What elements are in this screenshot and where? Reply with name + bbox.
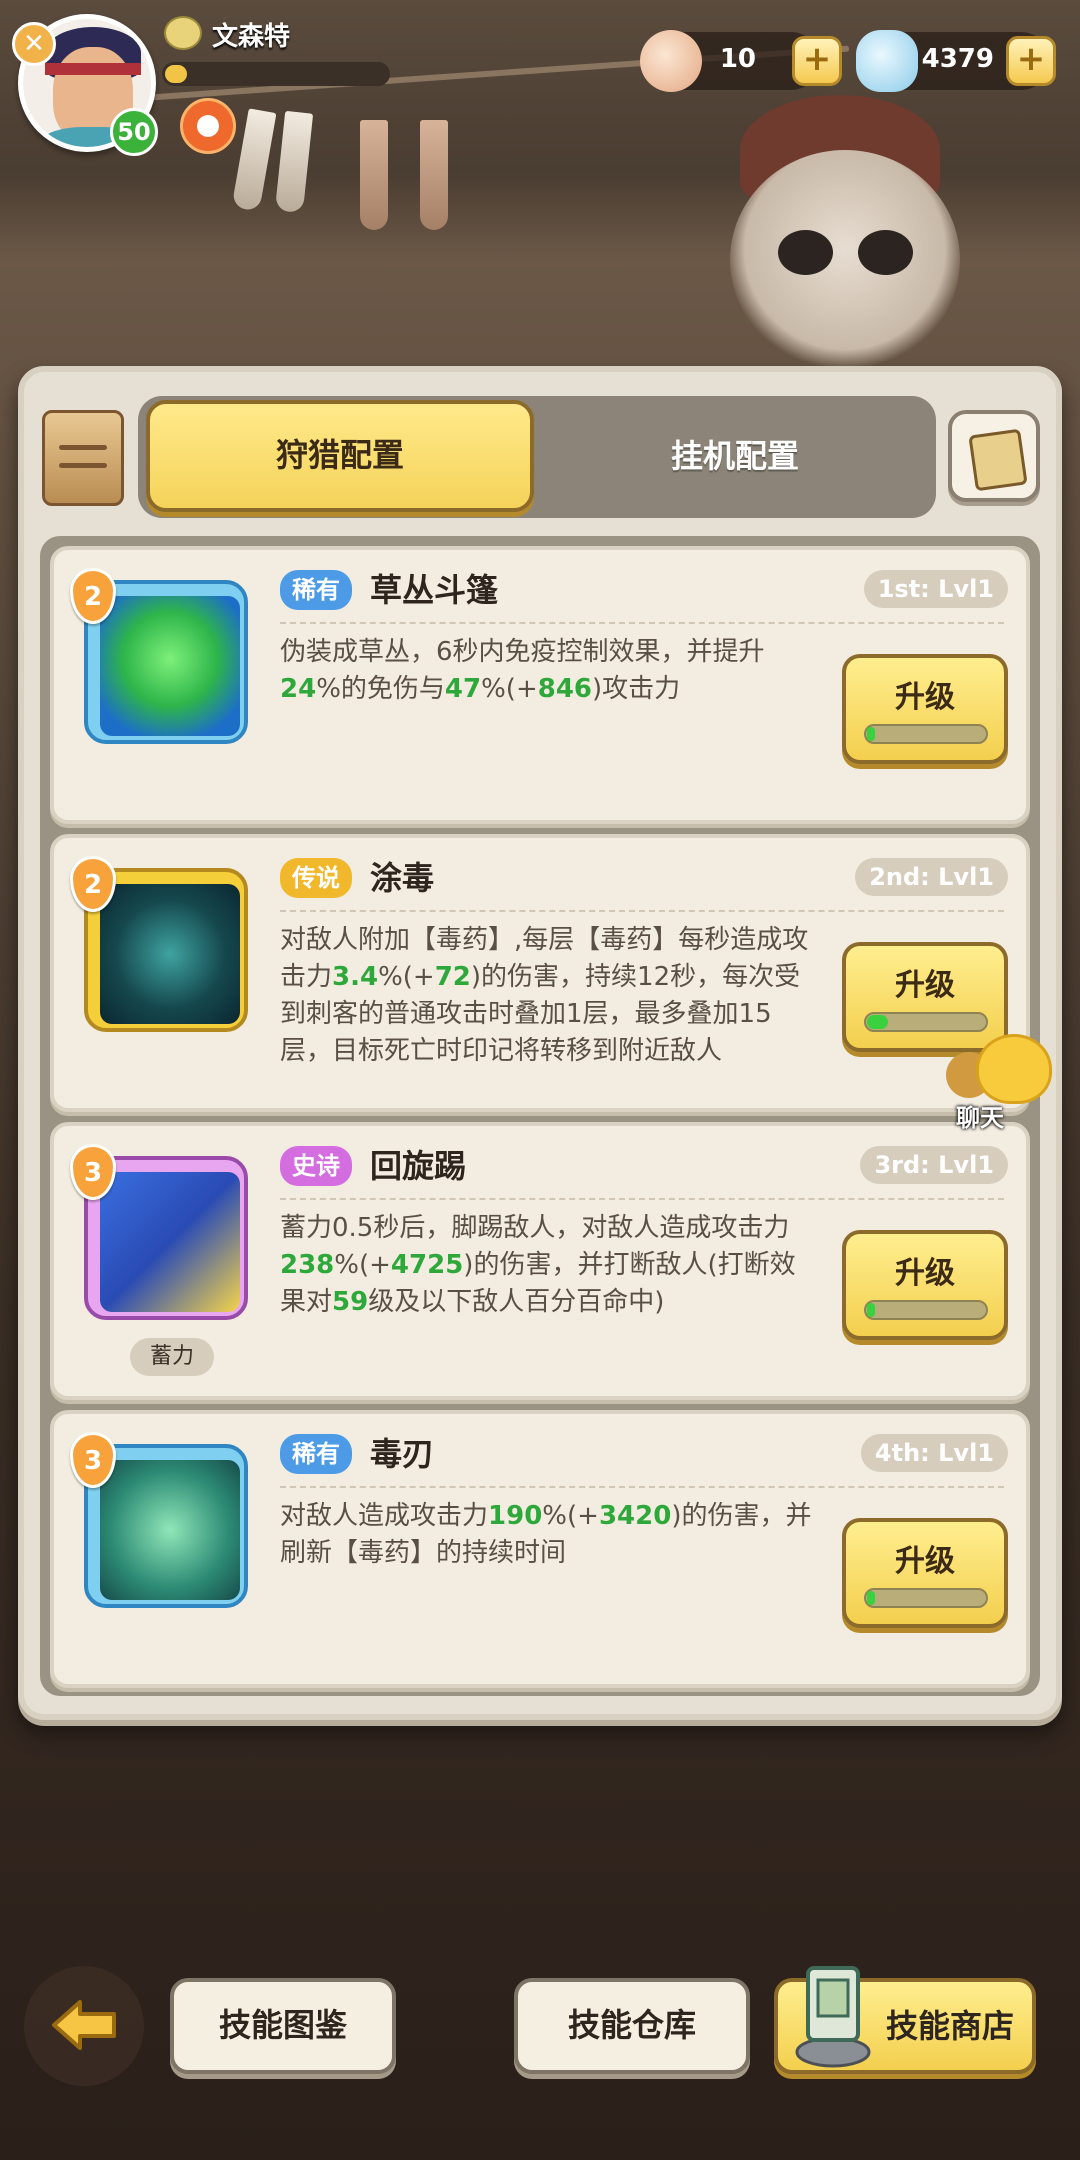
back-arrow-icon (52, 2000, 116, 2050)
upgrade-label: 升级 (895, 1256, 955, 1291)
tab-hunt-config[interactable]: 狩猎配置 (146, 400, 534, 512)
skill-slot-level: 3rd: Lvl1 (860, 1146, 1008, 1184)
xp-bar-fill (165, 65, 187, 83)
rarity-badge: 稀有 (280, 570, 352, 610)
upgrade-button[interactable]: 升级 (842, 654, 1008, 764)
rarity-badge: 传说 (280, 858, 352, 898)
bush-cloak-icon (100, 596, 240, 736)
upgrade-progress-fill (867, 727, 875, 741)
rarity-badge: 稀有 (280, 1434, 352, 1474)
upgrade-progress-bar (864, 1300, 988, 1320)
skill-slot-level: 4th: Lvl1 (860, 1434, 1008, 1472)
skill-card[interactable]: 2 稀有 草丛斗篷 1st: Lvl1 伪装成草丛，6秒内免疫控制效果，并提升24%的免… (50, 546, 1030, 824)
name-emblem-icon (164, 16, 202, 50)
gem-currency-icon (856, 30, 918, 92)
skill-slot-level: 1st: Lvl1 (863, 570, 1008, 608)
upgrade-progress-bar (864, 1588, 988, 1608)
gem-count: 4379 (921, 44, 994, 74)
guide-map-button[interactable] (948, 410, 1040, 502)
buff-status-icon[interactable] (180, 98, 236, 154)
skill-card[interactable]: 3 稀有 毒刃 4th: Lvl1 对敌人造成攻击力190%(+3420)的伤害，并刷新… (50, 1410, 1030, 1688)
chat-label: 聊天 (956, 1104, 1004, 1132)
add-gem-button[interactable]: + (1006, 36, 1056, 86)
skill-shop-label: 技能商店 (886, 2007, 1015, 2045)
scroll-icon[interactable] (42, 410, 124, 506)
chat-emoji-icon (976, 1034, 1052, 1104)
upgrade-progress-fill (867, 1015, 888, 1029)
skill-storage-button[interactable]: 技能仓库 (514, 1978, 750, 2074)
upgrade-button[interactable]: 升级 (842, 1518, 1008, 1628)
close-badge-icon[interactable]: ✕ (12, 22, 56, 66)
divider (280, 1198, 1004, 1200)
spin-kick-icon (100, 1172, 240, 1312)
upgrade-label: 升级 (895, 680, 955, 715)
poison-skull-icon (100, 1460, 240, 1600)
skill-description: 蓄力0.5秒后，脚踢敌人，对敌人造成攻击力238%(+4725)的伤害，并打断敌… (280, 1213, 796, 1317)
chat-button[interactable]: 聊天 (946, 1034, 1066, 1144)
skill-name: 毒刃 (370, 1435, 435, 1473)
skill-description: 伪装成草丛，6秒内免疫控制效果，并提升24%的免伤与47%(+846)攻击力 (280, 637, 765, 704)
upgrade-button[interactable]: 升级 (842, 1230, 1008, 1340)
skill-card[interactable]: 2 传说 涂毒 2nd: Lvl1 对敌人附加【毒药】,每层【毒药】每秒造成攻击力3.4… (50, 834, 1030, 1112)
skill-name: 涂毒 (370, 859, 435, 897)
skill-type-tag: 蓄力 (130, 1338, 214, 1376)
skill-description: 对敌人附加【毒药】,每层【毒药】每秒造成攻击力3.4%(+72)的伤害，持续12… (280, 925, 809, 1066)
poison-drop-icon (100, 884, 240, 1024)
divider (280, 622, 1004, 624)
rarity-badge: 史诗 (280, 1146, 352, 1186)
add-shell-button[interactable]: + (792, 36, 842, 86)
upgrade-progress-bar (864, 724, 988, 744)
player-name: 文森特 (212, 22, 291, 52)
upgrade-label: 升级 (895, 968, 955, 1003)
tab-idle-config[interactable]: 挂机配置 (540, 400, 930, 512)
skill-name: 草丛斗篷 (370, 571, 499, 609)
upgrade-label: 升级 (895, 1544, 955, 1579)
back-button[interactable] (24, 1966, 144, 2086)
skill-codex-button[interactable]: 技能图鉴 (170, 1978, 396, 2074)
player-level-badge: 50 (110, 108, 158, 156)
xp-bar (162, 62, 390, 86)
skill-name: 回旋踢 (370, 1147, 467, 1185)
skill-shop-icon (795, 1966, 871, 2068)
skill-card[interactable]: 3 蓄力 史诗 回旋踢 3rd: Lvl1 蓄力0.5秒后，脚踢敌人，对敌人造成攻击力23… (50, 1122, 1030, 1400)
upgrade-progress-bar (864, 1012, 988, 1032)
divider (280, 910, 1004, 912)
skill-shop-button[interactable]: 技能商店 (774, 1966, 1036, 2074)
skill-slot-level: 2nd: Lvl1 (855, 858, 1008, 896)
upgrade-progress-fill (867, 1303, 875, 1317)
skill-description: 对敌人造成攻击力190%(+3420)的伤害，并刷新【毒药】的持续时间 (280, 1501, 812, 1568)
upgrade-progress-fill (867, 1591, 875, 1605)
divider (280, 1486, 1004, 1488)
shell-count: 10 (719, 44, 756, 74)
